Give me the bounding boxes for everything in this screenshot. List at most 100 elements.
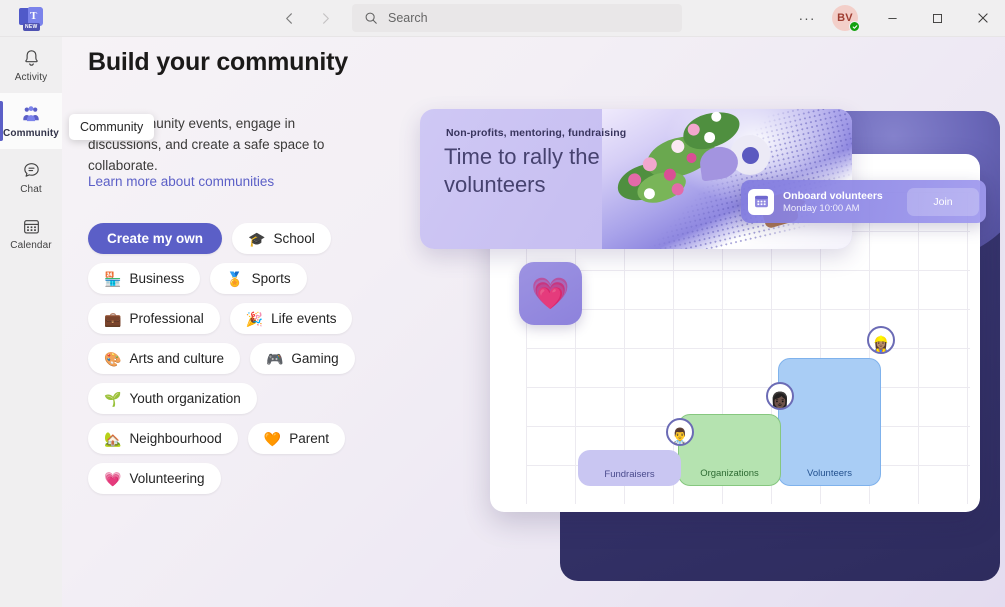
minimize-icon: [888, 17, 897, 19]
chip-create-my-own[interactable]: Create my own: [88, 223, 223, 254]
chevron-right-icon: [322, 12, 329, 24]
chip-arts-and-culture[interactable]: 🎨 Arts and culture: [88, 343, 240, 374]
sidebar-item-label: Activity: [14, 71, 48, 83]
photo-circle-accent: [730, 135, 770, 175]
close-icon: [977, 13, 988, 23]
chip-gaming[interactable]: 🎮 Gaming: [249, 343, 355, 374]
more-options-button[interactable]: ···: [792, 4, 822, 32]
diagram-block-fundraisers: Fundraisers: [578, 450, 681, 486]
chip-emoji-icon: 🎓: [248, 230, 266, 247]
diagram-avatar: 👨‍⚕️: [666, 418, 694, 446]
teams-logo-icon: T NEW: [19, 7, 43, 31]
chevron-left-icon: [285, 12, 292, 24]
illustration-grid: [526, 192, 970, 504]
chip-sports[interactable]: 🏅 Sports: [210, 263, 307, 294]
chip-emoji-icon: 🧡: [263, 430, 282, 447]
chip-school[interactable]: 🎓 School: [232, 223, 331, 254]
diagram-block-label: Fundraisers: [604, 469, 655, 480]
onboard-event-card: Onboard volunteers Monday 10:00 AM Join: [741, 180, 986, 223]
maximize-icon: [933, 13, 942, 23]
search-input[interactable]: Search: [352, 4, 682, 32]
chip-parent[interactable]: 🧡 Parent: [247, 423, 345, 454]
hero-kicker: Non-profits, mentoring, fundraising: [446, 127, 627, 139]
nav-buttons: [274, 4, 340, 32]
camera-shape: [758, 190, 800, 230]
main-content: Volunteers Organizations Fundraisers 👨‍⚕…: [62, 37, 1005, 607]
diagram-block-label: Volunteers: [807, 468, 852, 479]
illustration-app-card: Volunteers Organizations Fundraisers 👨‍⚕…: [490, 154, 980, 512]
chip-neighbourhood[interactable]: 🏡 Neighbourhood: [88, 423, 238, 454]
bell-icon: [24, 49, 38, 66]
chip-label: Arts and culture: [129, 351, 224, 366]
sidebar-item-label: Community: [3, 128, 59, 139]
chip-volunteering[interactable]: 💗 Volunteering: [88, 463, 221, 494]
title-bar-right: ··· BV: [792, 0, 1005, 36]
account-avatar-button[interactable]: BV: [832, 5, 860, 32]
new-badge: NEW: [23, 23, 40, 31]
scrollbar[interactable]: [999, 0, 1005, 570]
calendar-icon: [748, 188, 774, 215]
close-button[interactable]: [960, 0, 1005, 37]
chip-life-events[interactable]: 🎉 Life events: [229, 303, 353, 334]
diagram-avatar: 👩🏿: [766, 382, 794, 410]
chip-label: Volunteering: [129, 471, 205, 486]
diagram-block-organizations: Organizations: [678, 414, 781, 486]
sidebar-item-activity[interactable]: Activity: [0, 37, 62, 93]
illustration-backdrop-panel: [560, 111, 1000, 581]
back-button[interactable]: [274, 4, 304, 32]
speech-bubble-shape: [697, 144, 741, 182]
chip-label: Sports: [251, 271, 291, 286]
sidebar-item-label: Chat: [20, 183, 42, 195]
hero-title: Time to rally the volunteers: [444, 144, 600, 198]
onboard-title: Onboard volunteers: [783, 189, 883, 202]
title-bar: T NEW Search ··· BV: [0, 0, 1005, 37]
chip-label: School: [273, 231, 315, 246]
diagram-avatar: 👷🏽‍♀️: [867, 326, 895, 354]
minimize-button[interactable]: [870, 0, 915, 37]
chip-label: Life events: [271, 311, 337, 326]
sidebar-item-label: Calendar: [10, 239, 52, 251]
chip-label: Professional: [129, 311, 204, 326]
onboard-subtitle: Monday 10:00 AM: [783, 202, 860, 214]
chip-business[interactable]: 🏪 Business: [88, 263, 201, 294]
search-placeholder: Search: [388, 11, 428, 25]
search-icon: [365, 12, 377, 24]
calendar-icon: [23, 219, 39, 234]
chip-emoji-icon: 🎨: [104, 350, 122, 367]
app-logo: T NEW: [0, 7, 62, 31]
chat-icon: [23, 162, 39, 177]
chip-youth-organization[interactable]: 🌱 Youth organization: [88, 383, 257, 414]
onboard-texts: Onboard volunteers Monday 10:00 AM: [783, 190, 883, 214]
chip-emoji-icon: 💼: [104, 310, 122, 327]
chip-emoji-icon: 💗: [104, 470, 122, 487]
chip-emoji-icon: 🏡: [104, 430, 122, 447]
chip-emoji-icon: 🏅: [226, 270, 244, 287]
chip-label: Gaming: [291, 351, 339, 366]
chip-label: Parent: [289, 431, 329, 446]
learn-more-link[interactable]: Learn more about communities: [88, 174, 274, 189]
presence-available-icon: [849, 21, 860, 32]
chip-emoji-icon: 🌱: [104, 390, 122, 407]
diagram-block-label: Organizations: [700, 468, 759, 479]
illustration-hero-card: Non-profits, mentoring, fundraising Time…: [420, 109, 852, 249]
left-rail: Activity Community Chat Calendar: [0, 37, 62, 607]
chip-label: Neighbourhood: [129, 431, 222, 446]
sidebar-item-calendar[interactable]: Calendar: [0, 205, 62, 261]
flower-cluster: [594, 109, 773, 233]
chip-emoji-icon: 🏪: [104, 270, 122, 287]
hero-photo: [602, 109, 852, 249]
chip-emoji-icon: 🎉: [245, 310, 264, 327]
chip-professional[interactable]: 💼 Professional: [88, 303, 220, 334]
forward-button[interactable]: [310, 4, 340, 32]
maximize-button[interactable]: [915, 0, 960, 37]
join-button[interactable]: Join: [907, 187, 979, 216]
sidebar-item-chat[interactable]: Chat: [0, 149, 62, 205]
people-icon: [23, 106, 39, 122]
chip-label: Business: [129, 271, 185, 286]
chip-emoji-icon: 🎮: [265, 350, 284, 367]
sidebar-item-community[interactable]: Community: [0, 93, 62, 149]
teams-window: T NEW Search ··· BV Activity Community C…: [0, 0, 1005, 607]
chip-label: Youth organization: [129, 391, 241, 406]
heart-tile: 💗: [519, 262, 582, 325]
page-title: Build your community: [88, 48, 348, 76]
